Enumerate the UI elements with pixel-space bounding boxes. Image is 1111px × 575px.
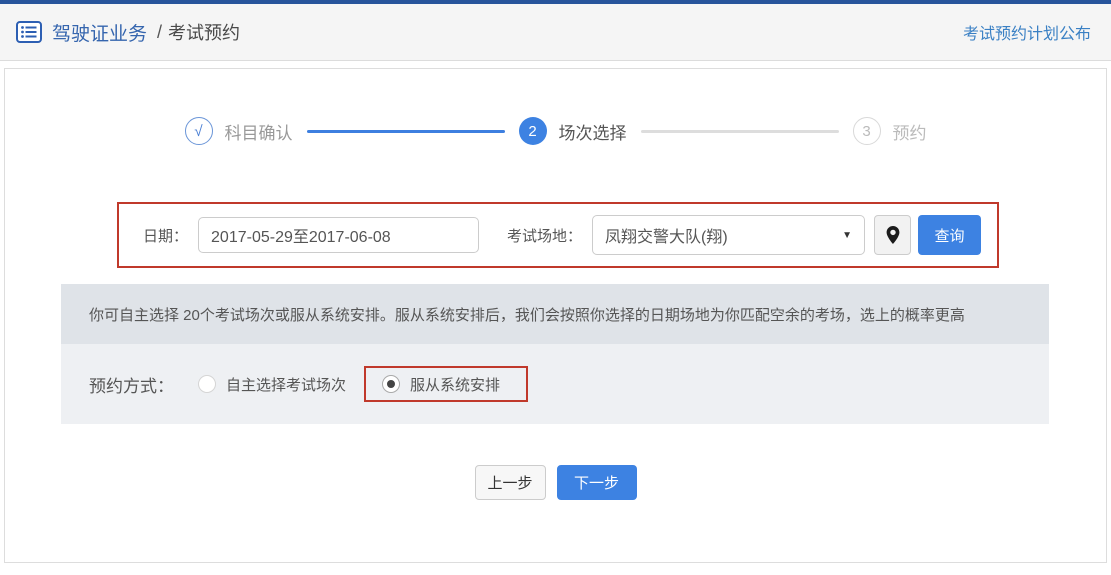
map-pin-icon: [886, 226, 899, 244]
breadcrumb-separator: /: [157, 21, 163, 42]
previous-step-button[interactable]: 上一步: [474, 465, 546, 500]
selected-option-highlight-box: 服从系统安排: [364, 366, 529, 402]
step-booking: 3 预约: [852, 117, 927, 145]
step-2-badge: 2: [518, 117, 547, 145]
notice-bar: 你可自主选择 20个考试场次或服从系统安排。服从系统安排后，我们会按照你选择的日…: [61, 284, 1049, 344]
booking-mode-section: 预约方式： 自主选择考试场次 服从系统安排: [61, 344, 1049, 424]
radio-self-select-label[interactable]: 自主选择考试场次: [226, 374, 346, 395]
page-header: 驾驶证业务 / 考试预约 考试预约计划公布: [0, 4, 1111, 61]
notice-text: 你可自主选择 20个考试场次或服从系统安排。服从系统安排后，我们会按照你选择的日…: [89, 306, 965, 324]
step-connector-done: [306, 129, 505, 133]
wizard-actions: 上一步 下一步: [5, 465, 1106, 500]
radio-option-self-select[interactable]: 自主选择考试场次: [198, 374, 346, 395]
breadcrumb-current: 考试预约: [168, 23, 241, 43]
breadcrumb-root[interactable]: 驾驶证业务: [52, 19, 147, 46]
query-button[interactable]: 查询: [918, 215, 982, 255]
step-2-label: 场次选择: [558, 123, 627, 143]
chevron-down-icon: ▼: [842, 229, 853, 241]
step-session-select: 2 场次选择: [518, 117, 627, 145]
step-connector-pending: [640, 129, 839, 133]
list-menu-icon: [16, 21, 42, 43]
step-subject-confirm: √ 科目确认: [184, 117, 293, 145]
map-location-button[interactable]: [874, 215, 912, 255]
filter-highlight-box: 日期： 考试场地： 凤翔交警大队(翔) ▼ 查询: [117, 202, 999, 268]
venue-select-value: 凤翔交警大队(翔): [605, 229, 728, 246]
step-indicator: √ 科目确认 2 场次选择 3 预约: [5, 69, 1106, 145]
booking-mode-label: 预约方式：: [89, 376, 174, 396]
radio-system-arrange-label[interactable]: 服从系统安排: [410, 374, 500, 395]
main-card: √ 科目确认 2 场次选择 3 预约 日期： 考试场地： 凤翔交警大队(翔) ▼…: [4, 68, 1107, 563]
exam-plan-link[interactable]: 考试预约计划公布: [963, 20, 1091, 44]
date-label: 日期：: [143, 227, 189, 245]
step-3-badge: 3: [852, 117, 881, 145]
radio-checked-icon[interactable]: [382, 375, 401, 393]
venue-label: 考试场地：: [507, 227, 583, 245]
radio-unchecked-icon[interactable]: [198, 375, 216, 393]
step-1-label: 科目确认: [224, 123, 293, 143]
radio-option-system-arrange[interactable]: 服从系统安排: [382, 374, 500, 395]
step-1-check-icon: √: [184, 117, 213, 145]
next-step-button[interactable]: 下一步: [556, 465, 637, 500]
date-range-input[interactable]: [198, 217, 480, 253]
venue-select[interactable]: 凤翔交警大队(翔) ▼: [592, 215, 866, 255]
step-3-label: 预约: [892, 123, 927, 143]
